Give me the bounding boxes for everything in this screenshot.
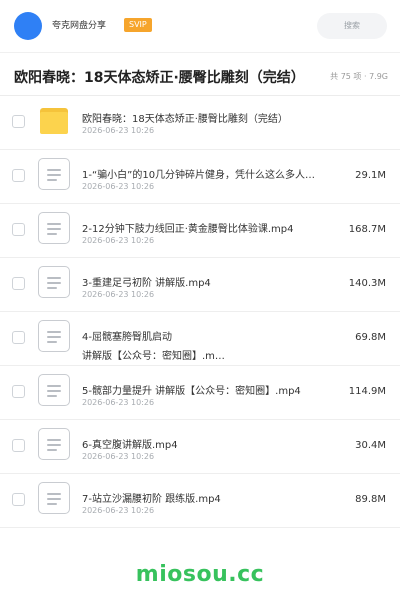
file-date: 2026-06-23 10:26 bbox=[82, 290, 155, 299]
file-size: 140.3M bbox=[348, 278, 386, 289]
share-title-bar: 欧阳春晓：18天体态矫正·腰臀比雕刻（完结） 共 75 项 · 7.9G bbox=[0, 52, 400, 96]
search-input[interactable]: 搜索 bbox=[317, 13, 387, 39]
list-item[interactable]: 4-屈髋塞胯臀肌启动 讲解版【公众号：密知圈】.m… 69.8M bbox=[0, 312, 400, 366]
row-checkbox[interactable] bbox=[12, 493, 25, 506]
document-icon bbox=[38, 320, 70, 352]
folder-icon bbox=[40, 108, 68, 134]
list-item[interactable]: 欧阳春晓：18天体态矫正·腰臀比雕刻（完结） 2026-06-23 10:26 bbox=[0, 96, 400, 150]
file-size: 168.7M bbox=[348, 224, 386, 235]
file-date: 2026-06-23 10:26 bbox=[82, 182, 155, 191]
file-name: 7-站立沙漏腰初阶 跟练版.mp4 bbox=[82, 494, 221, 505]
row-checkbox[interactable] bbox=[12, 169, 25, 182]
row-checkbox[interactable] bbox=[12, 115, 25, 128]
file-name: 3-重建足弓初阶 讲解版.mp4 bbox=[82, 278, 211, 289]
file-size: 89.8M bbox=[355, 494, 386, 505]
list-item[interactable]: 5-髋部力量提升 讲解版【公众号：密知圈】.mp4 2026-06-23 10:… bbox=[0, 366, 400, 420]
brand-label: 夸克网盘分享 bbox=[52, 21, 107, 31]
file-size: 29.1M bbox=[355, 170, 386, 181]
file-name: 6-真空腹讲解版.mp4 bbox=[82, 440, 178, 451]
watermark-text: miosou.cc bbox=[135, 562, 265, 587]
file-name: 2-12分钟下肢力线回正·黄金腰臀比体验课.mp4 bbox=[82, 224, 294, 235]
row-checkbox[interactable] bbox=[12, 439, 25, 452]
page-title: 欧阳春晓：18天体态矫正·腰臀比雕刻（完结） bbox=[14, 70, 305, 86]
file-size: 69.8M bbox=[355, 332, 386, 343]
file-date: 2026-06-23 10:26 bbox=[82, 236, 155, 245]
document-icon bbox=[38, 482, 70, 514]
file-size: 30.4M bbox=[355, 440, 386, 451]
list-item[interactable]: 6-真空腹讲解版.mp4 2026-06-23 10:26 30.4M bbox=[0, 420, 400, 474]
row-checkbox[interactable] bbox=[12, 277, 25, 290]
list-item[interactable]: 3-重建足弓初阶 讲解版.mp4 2026-06-23 10:26 140.3M bbox=[0, 258, 400, 312]
file-name: 1-“骗小白”的10几分钟碎片健身，凭什么这么多人… bbox=[82, 170, 316, 181]
document-icon bbox=[38, 212, 70, 244]
row-checkbox[interactable] bbox=[12, 385, 25, 398]
top-bar: 夸克网盘分享 SVIP 搜索 bbox=[0, 0, 400, 52]
file-name: 4-屈髋塞胯臀肌启动 bbox=[82, 332, 172, 343]
row-checkbox[interactable] bbox=[12, 331, 25, 344]
document-icon bbox=[38, 266, 70, 298]
file-name: 5-髋部力量提升 讲解版【公众号：密知圈】.mp4 bbox=[82, 386, 301, 397]
row-checkbox[interactable] bbox=[12, 223, 25, 236]
file-name-continued: 讲解版【公众号：密知圈】.m… bbox=[82, 351, 225, 362]
file-date: 2026-06-23 10:26 bbox=[82, 398, 155, 407]
document-icon bbox=[38, 374, 70, 406]
file-date: 2026-06-23 10:26 bbox=[82, 126, 155, 135]
document-icon bbox=[38, 428, 70, 460]
svip-badge[interactable]: SVIP bbox=[124, 18, 152, 32]
list-item[interactable]: 1-“骗小白”的10几分钟碎片健身，凭什么这么多人… 2026-06-23 10… bbox=[0, 150, 400, 204]
file-size: 114.9M bbox=[348, 386, 386, 397]
list-item[interactable]: 7-站立沙漏腰初阶 跟练版.mp4 2026-06-23 10:26 89.8M bbox=[0, 474, 400, 528]
share-meta: 共 75 项 · 7.9G bbox=[330, 72, 388, 81]
document-icon bbox=[38, 158, 70, 190]
file-name: 欧阳春晓：18天体态矫正·腰臀比雕刻（完结） bbox=[82, 114, 288, 125]
list-item[interactable]: 2-12分钟下肢力线回正·黄金腰臀比体验课.mp4 2026-06-23 10:… bbox=[0, 204, 400, 258]
file-date: 2026-06-23 10:26 bbox=[82, 506, 155, 515]
avatar[interactable] bbox=[14, 12, 42, 40]
file-date: 2026-06-23 10:26 bbox=[82, 452, 155, 461]
